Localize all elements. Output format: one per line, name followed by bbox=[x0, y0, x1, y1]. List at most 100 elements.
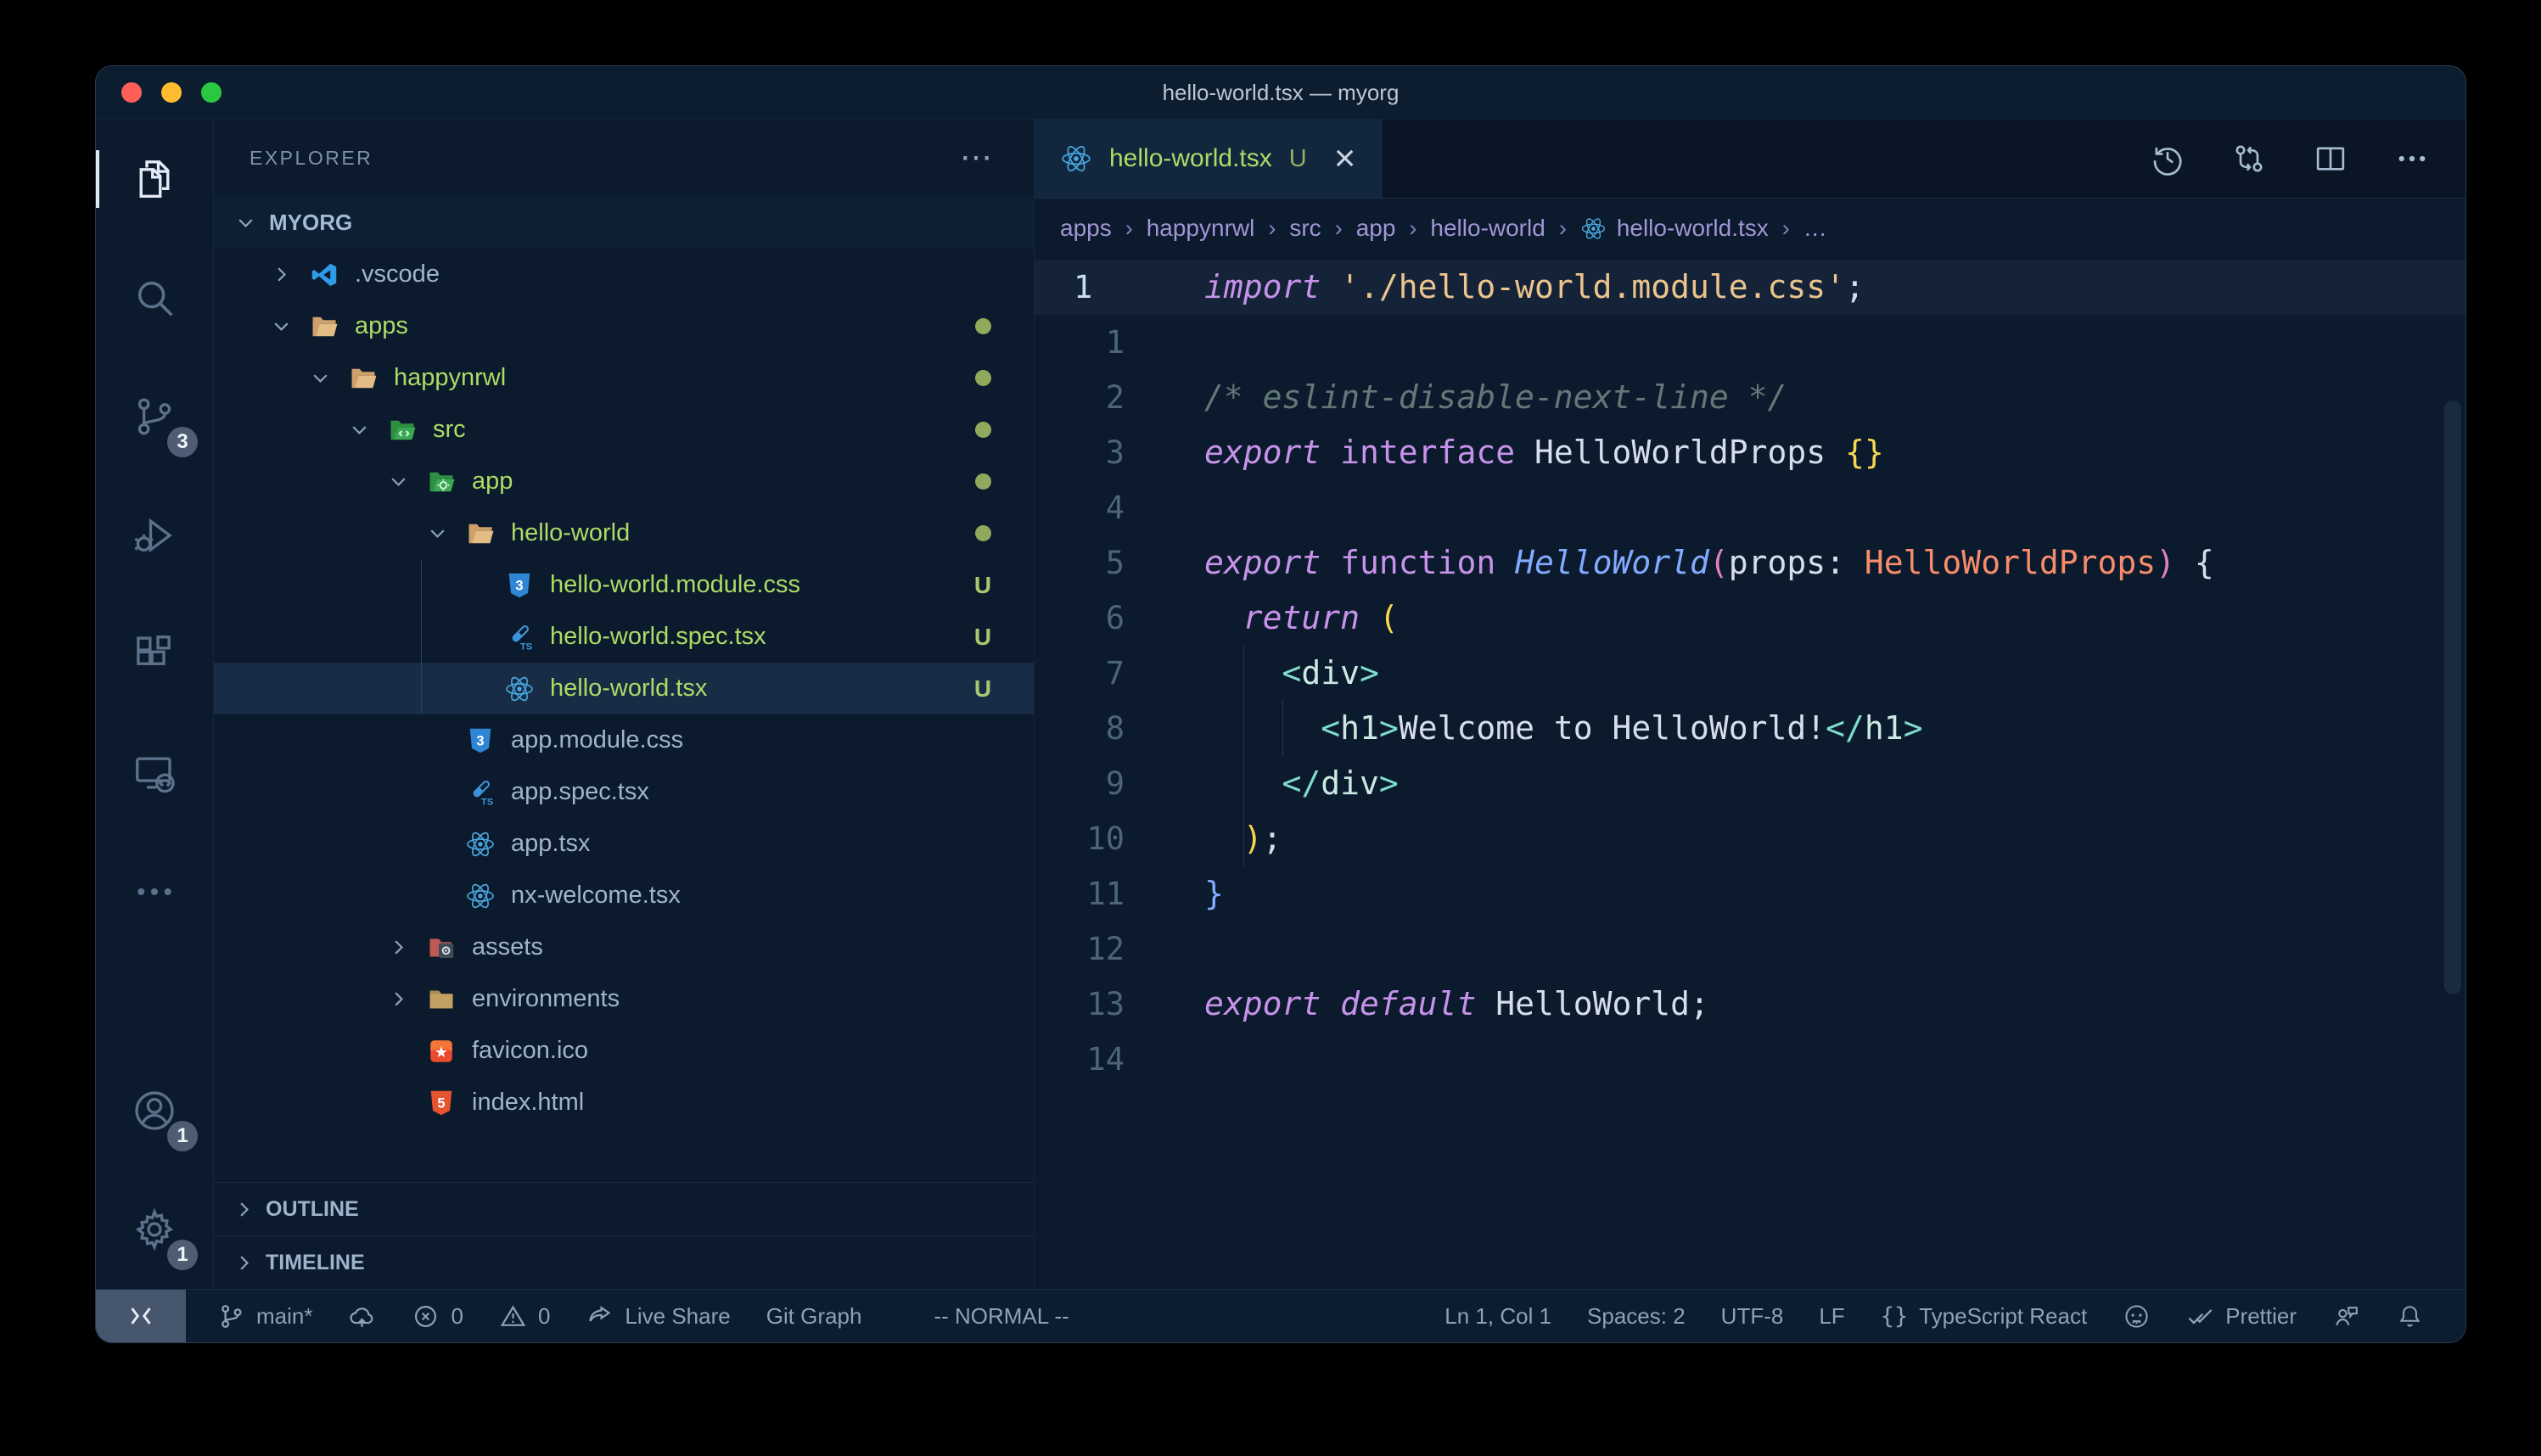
activity-item-remote-explorer[interactable] bbox=[96, 714, 213, 832]
status-live-share[interactable]: Live Share bbox=[586, 1302, 730, 1330]
line-number: 5 bbox=[1035, 535, 1162, 591]
chevron-down-icon bbox=[426, 522, 465, 545]
favicon-icon: ★ bbox=[426, 1036, 457, 1067]
octoface-icon bbox=[2123, 1302, 2151, 1330]
status-eol[interactable]: LF bbox=[1819, 1303, 1844, 1330]
breadcrumb-item-happynrwl[interactable]: happynrwl bbox=[1147, 215, 1255, 242]
breadcrumb-item-src[interactable]: src bbox=[1289, 215, 1321, 242]
dot-icon bbox=[975, 525, 991, 541]
tree-item-apps[interactable]: apps bbox=[214, 300, 1034, 352]
status-encoding[interactable]: UTF-8 bbox=[1721, 1303, 1784, 1330]
more-actions-icon[interactable] bbox=[2394, 141, 2430, 176]
breadcrumb-label: app bbox=[1356, 215, 1396, 242]
close-tab-icon[interactable]: × bbox=[1334, 143, 1356, 173]
status-language-mode[interactable]: {}TypeScript React bbox=[1881, 1303, 2088, 1330]
tree-item-app[interactable]: app bbox=[214, 456, 1034, 507]
code-line[interactable]: 7 <div> bbox=[1035, 646, 2465, 701]
activity-item-more[interactable] bbox=[96, 832, 213, 951]
tree-item-hello-world-tsx[interactable]: hello-world.tsxU bbox=[214, 663, 1034, 714]
status-notifications[interactable] bbox=[2396, 1302, 2424, 1330]
folder-env-icon bbox=[426, 984, 457, 1015]
status-feedback[interactable] bbox=[2332, 1302, 2360, 1330]
svg-text:3: 3 bbox=[515, 578, 523, 593]
code-line[interactable]: 1 bbox=[1035, 315, 2465, 370]
close-window-button[interactable] bbox=[121, 82, 142, 103]
zoom-window-button[interactable] bbox=[201, 82, 222, 103]
cloud-icon bbox=[348, 1302, 376, 1330]
tab-label: hello-world.tsx bbox=[1109, 144, 1272, 173]
tree-item-hello-world[interactable]: hello-world bbox=[214, 507, 1034, 559]
code-line[interactable]: 14 bbox=[1035, 1032, 2465, 1087]
breadcrumb-item-apps[interactable]: apps bbox=[1060, 215, 1112, 242]
code-line[interactable]: 10 ); bbox=[1035, 811, 2465, 866]
code-line[interactable]: 5export function HelloWorld(props: Hello… bbox=[1035, 535, 2465, 591]
remote-indicator[interactable] bbox=[96, 1290, 186, 1342]
minimize-window-button[interactable] bbox=[161, 82, 182, 103]
activity-item-run-debug[interactable] bbox=[96, 476, 213, 595]
status-warnings[interactable]: 0 bbox=[499, 1302, 550, 1330]
code-line[interactable]: 12 bbox=[1035, 921, 2465, 977]
breadcrumb-item-hello-world-tsx[interactable]: hello-world.tsx bbox=[1580, 215, 1769, 242]
activity-item-extensions[interactable] bbox=[96, 595, 213, 714]
extensions-icon bbox=[132, 631, 177, 677]
status-vim-mode[interactable]: -- NORMAL -- bbox=[934, 1303, 1069, 1330]
doublecheck-icon bbox=[2186, 1302, 2214, 1330]
status-github[interactable] bbox=[2123, 1302, 2151, 1330]
status-errors[interactable]: 0 bbox=[412, 1302, 463, 1330]
tab-hello-world-tsx[interactable]: hello-world.tsx U × bbox=[1035, 120, 1382, 198]
history-icon[interactable] bbox=[2150, 141, 2185, 176]
code-line[interactable]: 13export default HelloWorld; bbox=[1035, 977, 2465, 1032]
tree-item-index-html[interactable]: 5index.html bbox=[214, 1077, 1034, 1128]
tree-item-environments[interactable]: environments bbox=[214, 973, 1034, 1025]
tree-item-hello-world-module-css[interactable]: 3hello-world.module.cssU bbox=[214, 559, 1034, 611]
tree-item-favicon-ico[interactable]: ★ favicon.ico bbox=[214, 1025, 1034, 1077]
explorer-sidebar: EXPLORER ⋯ MYORG .vscodeappshappynrwlsrc… bbox=[214, 120, 1035, 1289]
code-editor[interactable]: 1import './hello-world.module.css';12/* … bbox=[1035, 258, 2465, 1289]
tree-item-label: favicon.ico bbox=[472, 1037, 588, 1065]
activity-item-source-control[interactable]: 3 bbox=[96, 357, 213, 476]
code-line[interactable]: 2/* eslint-disable-next-line */ bbox=[1035, 370, 2465, 425]
git-modified-dot bbox=[957, 318, 1008, 334]
tree-item-app-tsx[interactable]: app.tsx bbox=[214, 818, 1034, 870]
activity-item-accounts[interactable]: 1 bbox=[96, 1051, 213, 1170]
status-indentation[interactable]: Spaces: 2 bbox=[1587, 1303, 1686, 1330]
code-line[interactable]: 4 bbox=[1035, 480, 2465, 535]
tree-item-label: hello-world.tsx bbox=[550, 675, 707, 703]
status-sync[interactable] bbox=[348, 1302, 376, 1330]
split-editor-icon[interactable] bbox=[2313, 141, 2348, 176]
activity-item-search[interactable] bbox=[96, 238, 213, 357]
breadcrumb-item-app[interactable]: app bbox=[1356, 215, 1396, 242]
code-line[interactable]: 11} bbox=[1035, 866, 2465, 921]
tree-item-src[interactable]: src bbox=[214, 404, 1034, 456]
code-line[interactable]: 1import './hello-world.module.css'; bbox=[1035, 260, 2465, 315]
code-line[interactable]: 9 </div> bbox=[1035, 756, 2465, 811]
sidebar-section-outline[interactable]: OUTLINE bbox=[214, 1182, 1034, 1235]
status-prettier[interactable]: Prettier bbox=[2186, 1302, 2297, 1330]
code-line[interactable]: 3export interface HelloWorldProps {} bbox=[1035, 425, 2465, 480]
title-bar[interactable]: hello-world.tsx — myorg bbox=[96, 66, 2465, 120]
indent-guide bbox=[1243, 811, 1244, 866]
tree-item-hello-world-spec-tsx[interactable]: TShello-world.spec.tsxU bbox=[214, 611, 1034, 663]
tree-item-assets[interactable]: assets bbox=[214, 921, 1034, 973]
activity-item-settings[interactable]: 1 bbox=[96, 1170, 213, 1289]
status-git-branch[interactable]: main* bbox=[217, 1302, 312, 1330]
open-changes-icon[interactable] bbox=[2231, 141, 2267, 176]
code-line[interactable]: 8 <h1>Welcome to HelloWorld!</h1> bbox=[1035, 701, 2465, 756]
breadcrumb-item-hello-world[interactable]: hello-world bbox=[1430, 215, 1545, 242]
tree-item-happynrwl[interactable]: happynrwl bbox=[214, 352, 1034, 404]
chevron-down-icon bbox=[387, 470, 426, 493]
status-git-graph[interactable]: Git Graph bbox=[766, 1303, 862, 1330]
tree-item-nx-welcome-tsx[interactable]: nx-welcome.tsx bbox=[214, 870, 1034, 921]
tree-root-myorg[interactable]: MYORG bbox=[214, 196, 1034, 249]
sidebar-section-timeline[interactable]: TIMELINE bbox=[214, 1235, 1034, 1289]
tree-item-label: nx-welcome.tsx bbox=[511, 882, 681, 910]
code-line[interactable]: 6 return ( bbox=[1035, 591, 2465, 646]
feedback-icon bbox=[2332, 1302, 2360, 1330]
tree-item-vscode[interactable]: .vscode bbox=[214, 249, 1034, 300]
activity-item-explorer[interactable] bbox=[96, 120, 213, 238]
status-bar-left: main* 0 0 Live Share Git Graph -- NORMAL -- bbox=[186, 1302, 1087, 1330]
tree-item-app-spec-tsx[interactable]: TSapp.spec.tsx bbox=[214, 766, 1034, 818]
tree-item-app-module-css[interactable]: 3app.module.css bbox=[214, 714, 1034, 766]
breadcrumb-item-[interactable]: … bbox=[1803, 215, 1827, 242]
status-cursor-position[interactable]: Ln 1, Col 1 bbox=[1444, 1303, 1551, 1330]
